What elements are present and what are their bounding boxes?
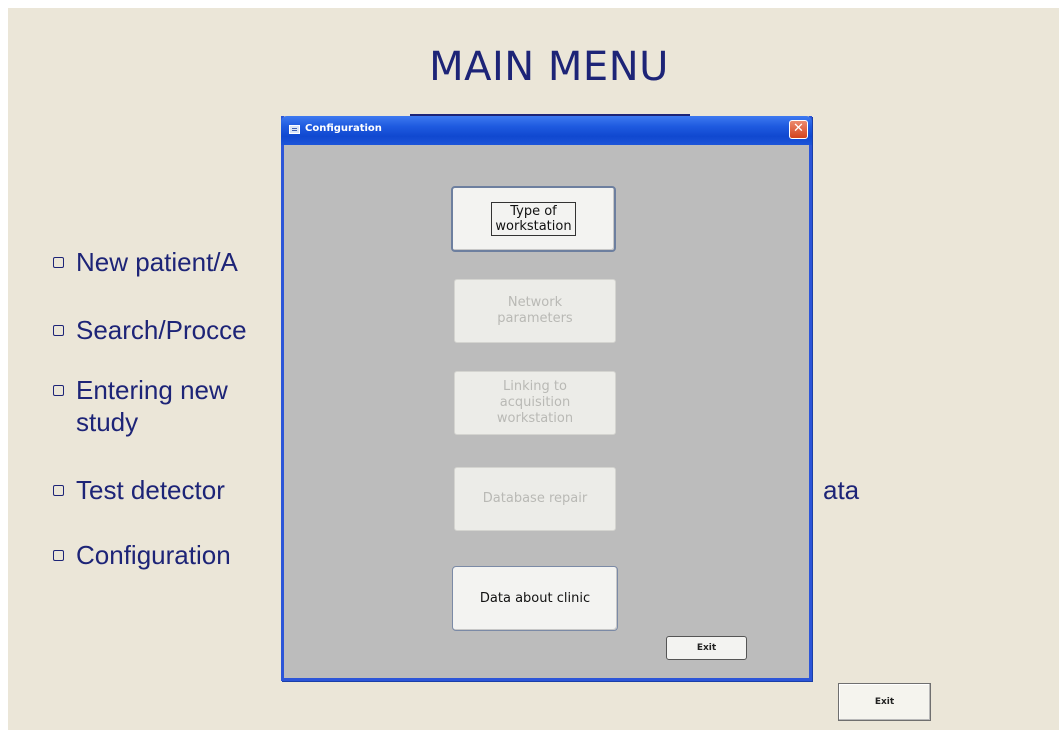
checkbox-bullet-icon <box>53 550 64 561</box>
menu-item-label: New patient/A <box>76 247 238 277</box>
close-icon[interactable]: ✕ <box>789 120 808 139</box>
button-label: Linking to acquisition workstation <box>497 379 573 427</box>
checkbox-bullet-icon <box>53 257 64 268</box>
button-label: Network parameters <box>497 295 572 327</box>
menu-item-entering-new-study[interactable]: Entering new study <box>53 374 228 438</box>
menu-item-test-detector[interactable]: Test detector <box>53 474 225 506</box>
menu-item-label-line2: study <box>76 407 139 437</box>
button-label-line1: Type of <box>510 204 557 219</box>
button-label-line1: Network <box>507 295 563 310</box>
checkbox-bullet-icon <box>53 325 64 336</box>
dialog-titlebar[interactable]: Configuration ✕ <box>281 116 812 145</box>
menu-item-label-line1: Entering new <box>76 375 228 405</box>
data-about-clinic-button[interactable]: Data about clinic <box>452 566 618 631</box>
linking-to-acquisition-workstation-button[interactable]: Linking to acquisition workstation <box>454 371 616 435</box>
menu-item-label: Entering new study <box>76 374 228 438</box>
button-label-line2: parameters <box>497 311 573 326</box>
network-parameters-button[interactable]: Network parameters <box>454 279 616 343</box>
dialog-title: Configuration <box>305 123 382 134</box>
menu-item-label: Configuration <box>76 540 231 570</box>
checkbox-bullet-icon <box>53 485 64 496</box>
type-of-workstation-button[interactable]: Type of workstation <box>451 186 616 252</box>
database-repair-button[interactable]: Database repair <box>454 467 616 531</box>
menu-item-configuration[interactable]: Configuration <box>53 539 231 571</box>
menu-item-trailing-text: ata <box>823 475 860 505</box>
button-focus-frame: Type of workstation <box>491 202 576 236</box>
dialog-exit-button[interactable]: Exit <box>666 636 747 660</box>
menu-item-new-patient[interactable]: New patient/A <box>53 246 238 278</box>
button-label-line1: Linking to <box>503 379 567 394</box>
main-exit-button[interactable]: Exit <box>838 683 931 721</box>
page-title: MAIN MENU <box>429 44 669 90</box>
checkbox-bullet-icon <box>53 385 64 396</box>
menu-item-label: Test detector <box>76 475 225 505</box>
configuration-dialog: Configuration ✕ Type of workstation Netw… <box>281 116 812 681</box>
window-icon <box>289 125 300 134</box>
menu-item-search[interactable]: Search/Procce <box>53 314 247 346</box>
menu-item-test-detector-trailing: ata <box>823 474 859 506</box>
button-label-line2: acquisition <box>499 395 571 410</box>
button-label-line2: workstation <box>495 219 572 234</box>
menu-item-label: Search/Procce <box>76 315 247 345</box>
button-label-line3: workstation <box>496 411 574 426</box>
